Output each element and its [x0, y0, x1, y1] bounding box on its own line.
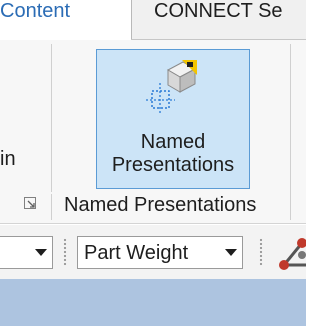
group-separator	[51, 44, 52, 192]
attribute-toolbar: Part Weight	[0, 225, 306, 279]
group-label-named-presentations: Named Presentations	[64, 194, 257, 216]
toolbar-grip[interactable]	[259, 238, 263, 266]
3d-tool-icon[interactable]	[276, 235, 306, 271]
chevron-down-icon	[35, 249, 47, 256]
part-weight-dropdown[interactable]: Part Weight	[77, 236, 243, 269]
named-presentations-label-line1: Named	[140, 131, 206, 153]
dialog-launcher-icon[interactable]	[23, 196, 39, 212]
group-separator	[51, 194, 52, 220]
tab-content-label: Content	[0, 0, 71, 22]
tab-connect-label: CONNECT Se	[154, 0, 283, 22]
named-presentations-button[interactable]: Named Presentations	[96, 49, 250, 189]
part-weight-dropdown-value: Part Weight	[84, 242, 189, 264]
ribbon-tab-strip: Content CONNECT Se	[0, 0, 306, 40]
left-group-label-fragment: in	[0, 148, 16, 170]
bottom-bar	[0, 279, 306, 326]
left-dropdown[interactable]	[0, 236, 53, 269]
tab-connect-services[interactable]: CONNECT Se	[131, 0, 306, 39]
ribbon-panel: in Named Presentations Named Presentatio…	[0, 40, 306, 224]
chevron-down-icon	[225, 249, 237, 256]
tab-content[interactable]: Content	[0, 0, 131, 40]
toolbar-grip[interactable]	[63, 238, 67, 266]
named-presentation-icon	[146, 60, 197, 114]
named-presentations-label-line2: Presentations	[111, 154, 235, 176]
group-separator	[290, 44, 291, 220]
